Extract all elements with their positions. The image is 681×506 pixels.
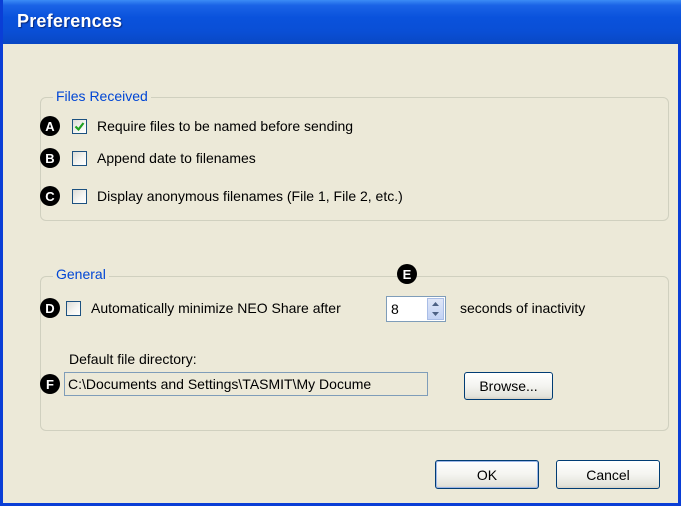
cancel-button[interactable]: Cancel [556, 460, 660, 489]
default-directory-label: Default file directory: [69, 351, 197, 367]
append-date-label[interactable]: Append date to filenames [97, 150, 256, 166]
ok-button[interactable]: OK [435, 460, 539, 489]
callout-badge-f: F [40, 374, 60, 394]
callout-badge-c: C [40, 186, 60, 206]
default-directory-field[interactable]: C:\Documents and Settings\TASMIT\My Docu… [64, 372, 428, 396]
spin-down-icon[interactable] [428, 309, 443, 319]
browse-button[interactable]: Browse... [464, 372, 553, 400]
auto-minimize-label[interactable]: Automatically minimize NEO Share after [91, 300, 341, 316]
auto-minimize-option[interactable]: D Automatically minimize NEO Share after [40, 298, 341, 318]
anonymous-filenames-checkbox[interactable] [72, 188, 87, 204]
title-bar[interactable]: Preferences [3, 0, 681, 44]
require-named-checkbox[interactable] [72, 118, 87, 134]
inactivity-suffix-label: seconds of inactivity [460, 300, 586, 316]
auto-minimize-checkbox[interactable] [66, 300, 81, 316]
preferences-dialog: Preferences Files Received A Require fil… [0, 0, 681, 506]
anonymous-filenames-option[interactable]: C Display anonymous filenames (File 1, F… [40, 186, 403, 206]
files-received-legend: Files Received [53, 88, 151, 104]
inactivity-seconds-value[interactable]: 8 [391, 301, 399, 317]
window-title: Preferences [17, 11, 123, 31]
callout-badge-d: D [40, 298, 60, 318]
append-date-option[interactable]: B Append date to filenames [40, 148, 256, 168]
require-named-option[interactable]: A Require files to be named before sendi… [40, 116, 353, 136]
callout-badge-a: A [40, 116, 60, 136]
spin-up-icon[interactable] [428, 299, 443, 309]
anonymous-filenames-label[interactable]: Display anonymous filenames (File 1, Fil… [97, 188, 403, 204]
inactivity-seconds-spinner[interactable]: 8 [386, 296, 446, 322]
checkmark-icon [74, 121, 85, 131]
spinner-arrows[interactable] [427, 298, 444, 320]
general-legend: General [53, 266, 109, 282]
callout-badge-b: B [40, 148, 60, 168]
callout-badge-e: E [397, 264, 417, 284]
append-date-checkbox[interactable] [72, 150, 87, 166]
require-named-label[interactable]: Require files to be named before sending [97, 118, 353, 134]
